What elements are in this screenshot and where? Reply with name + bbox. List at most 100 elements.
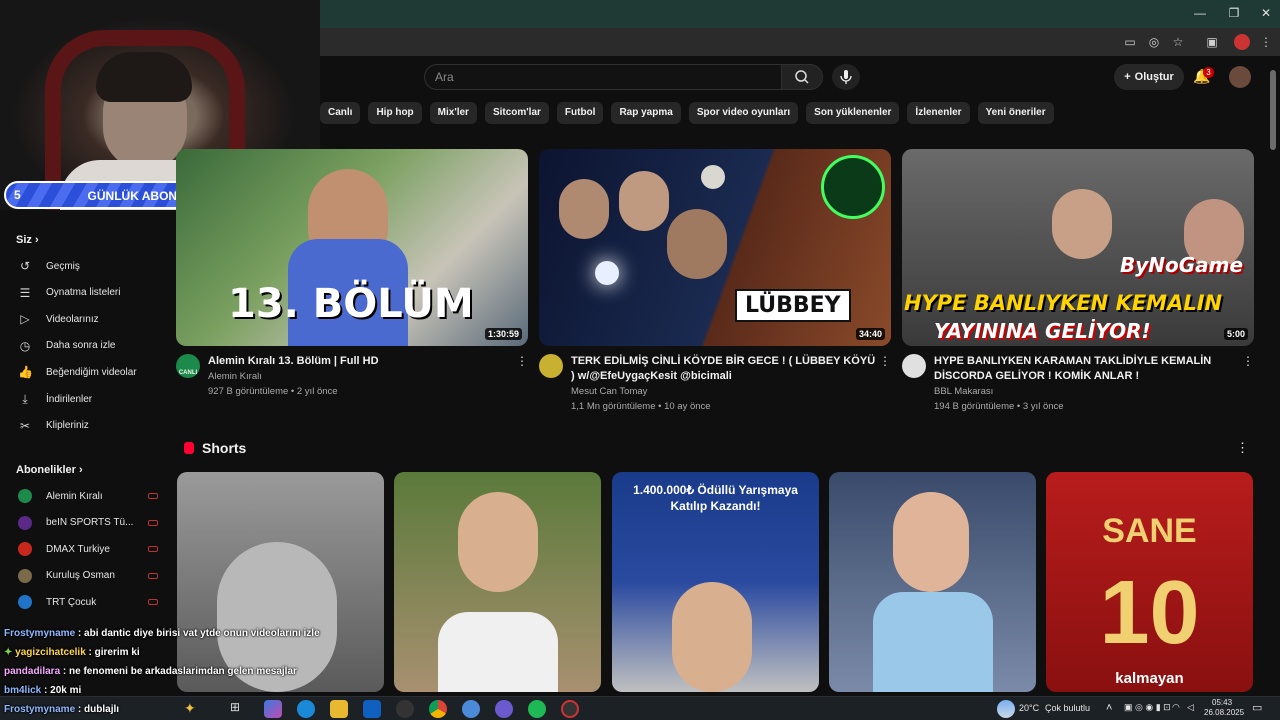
voice-search-button[interactable]	[832, 64, 860, 90]
filter-chip[interactable]: Sitcom'lar	[484, 102, 549, 124]
sidebar-item-label: Beğendiğim videolar	[46, 366, 137, 378]
extensions-icon[interactable]: ▣	[1204, 34, 1220, 50]
more-options-icon[interactable]: ⋮	[516, 354, 528, 368]
video-title[interactable]: HYPE BANLIYKEN KARAMAN TAKLİDİYLE KEMALİ…	[934, 354, 1244, 384]
weather-temperature[interactable]: 20°C	[1019, 703, 1039, 713]
obs-icon[interactable]	[561, 700, 579, 718]
minimize-button[interactable]: —	[1185, 6, 1215, 20]
weather-description[interactable]: Çok bulutlu	[1045, 703, 1090, 713]
more-options-icon[interactable]: ⋮	[1242, 354, 1254, 368]
tray-chevron-icon[interactable]: ˄	[1106, 702, 1112, 714]
video-title[interactable]: Alemin Kıralı 13. Bölüm | Full HD	[208, 354, 518, 369]
copilot-icon[interactable]	[264, 700, 282, 718]
search-button[interactable]	[781, 64, 823, 90]
spotify-icon[interactable]	[528, 700, 546, 718]
subscription-item[interactable]: TRT Çocuk	[18, 592, 158, 612]
task-view-icon[interactable]: ⊞	[230, 700, 248, 718]
filter-chip[interactable]: Canlı	[320, 102, 361, 124]
short-card[interactable]	[177, 472, 384, 692]
account-avatar[interactable]	[1229, 66, 1251, 88]
channel-name[interactable]: Alemin Kıralı	[208, 371, 262, 382]
subscription-item[interactable]: beIN SPORTS Tü...	[18, 513, 158, 533]
cast-icon[interactable]: ▭	[1122, 34, 1138, 50]
short-text: 1.400.000₺ Ödüllü Yarışmaya Katılıp Kaza…	[633, 483, 798, 513]
subscription-name: Kuruluş Osman	[46, 570, 115, 582]
filter-chip[interactable]: Rap yapma	[611, 102, 681, 124]
channel-avatar[interactable]: CANLI	[176, 354, 200, 378]
subscription-item[interactable]: Kuruluş Osman	[18, 566, 158, 586]
chat-username: yagizcihatcelik	[15, 647, 86, 658]
page-scrollbar[interactable]	[1270, 70, 1276, 150]
more-options-icon[interactable]: ⋮	[879, 354, 891, 368]
sidebar-you-header[interactable]: Siz ›	[16, 234, 39, 246]
live-indicator-icon	[148, 493, 158, 499]
restore-button[interactable]: ❐	[1219, 6, 1249, 20]
chat-username: bm4lick	[4, 685, 42, 696]
filter-chip[interactable]: Yeni öneriler	[977, 102, 1054, 124]
channel-avatar[interactable]	[902, 354, 926, 378]
thumbnail-person	[619, 171, 669, 231]
chat-message: pandadilara : ne fenomeni be arkadaslari…	[4, 666, 297, 677]
filter-chip[interactable]: Hip hop	[368, 102, 422, 124]
jersey-name: SANE	[1102, 512, 1197, 550]
video-duration: 34:40	[855, 328, 885, 340]
sidebar-item[interactable]: ↺ Geçmiş	[18, 256, 158, 276]
channel-name[interactable]: Mesut Can Tomay	[571, 386, 647, 397]
chrome-icon[interactable]	[429, 700, 447, 718]
sidebar-item[interactable]: ⤓ İndirilenler	[18, 389, 158, 409]
close-button[interactable]: ✕	[1251, 6, 1280, 20]
live-badge: CANLI	[178, 370, 198, 376]
sidebar-item[interactable]: 👍 Beğendiğim videolar	[18, 362, 158, 382]
chat-message: Frostymyname : abi dantic diye birisi va…	[4, 628, 320, 639]
clock-time[interactable]: 05:43	[1212, 698, 1232, 707]
app-icon[interactable]	[462, 700, 480, 718]
edge-icon[interactable]	[297, 700, 315, 718]
subscription-item[interactable]: Alemin Kıralı	[18, 486, 158, 506]
discord-icon[interactable]	[495, 700, 513, 718]
video-title[interactable]: TERK EDİLMİŞ CİNLİ KÖYDE BİR GECE ! ( LÜ…	[571, 354, 881, 384]
channel-name[interactable]: BBL Makarası	[934, 386, 993, 397]
video-thumbnail[interactable]: ByNoGame HYPE BANLIYKEN KEMALIN YAYININA…	[902, 149, 1254, 346]
bookmark-star-icon[interactable]: ☆	[1170, 34, 1186, 50]
profile-icon[interactable]	[1234, 34, 1250, 50]
chat-username: Frostymyname	[4, 704, 76, 715]
clock-date[interactable]: 26.08.2025	[1204, 708, 1244, 717]
file-explorer-icon[interactable]	[330, 700, 348, 718]
volume-icon[interactable]: ◁	[1187, 702, 1194, 713]
sidebar-item-label: Klipleriniz	[46, 420, 89, 432]
video-duration: 1:30:59	[484, 328, 522, 340]
video-duration: 5:00	[1223, 328, 1248, 340]
short-card[interactable]	[829, 472, 1036, 692]
filter-chip[interactable]: Futbol	[556, 102, 604, 124]
eye-off-icon[interactable]: ◎	[1146, 34, 1162, 50]
sidebar-item[interactable]: ▷ Videolarınız	[18, 309, 158, 329]
tray-icons[interactable]: ▣ ◎ ◉ ▮ ⊡	[1124, 702, 1171, 713]
sparkle-icon[interactable]: ✦	[184, 700, 202, 718]
channel-avatar[interactable]	[539, 354, 563, 378]
outlook-icon[interactable]	[363, 700, 381, 718]
short-card[interactable]: SANE 10 kalmayan	[1046, 472, 1253, 692]
subscription-item[interactable]: DMAX Turkiye	[18, 539, 158, 559]
sidebar-item[interactable]: ☰ Oynatma listeleri	[18, 283, 158, 303]
sidebar-you-label: Siz	[16, 234, 32, 246]
sidebar-item[interactable]: ◷ Daha sonra izle	[18, 336, 158, 356]
short-card[interactable]: 1.400.000₺ Ödüllü Yarışmaya Katılıp Kaza…	[612, 472, 819, 692]
search-icon	[795, 70, 809, 84]
video-thumbnail[interactable]: LÜBBEY 34:40	[539, 149, 891, 346]
notification-center-icon[interactable]: ▭	[1252, 701, 1262, 714]
sidebar-subscriptions-header[interactable]: Abonelikler ›	[16, 464, 83, 476]
app-icon[interactable]	[396, 700, 414, 718]
notification-count-badge: 3	[1203, 67, 1214, 78]
filter-chip[interactable]: Mix'ler	[429, 102, 477, 124]
wifi-icon[interactable]: ◠	[1172, 702, 1180, 713]
more-menu-icon[interactable]: ⋮	[1258, 34, 1274, 50]
video-thumbnail[interactable]: 13. BÖLÜM 1:30:59	[176, 149, 528, 346]
search-input[interactable]: Ara	[424, 64, 782, 90]
filter-chip[interactable]: İzlenenler	[907, 102, 970, 124]
filter-chip[interactable]: Spor video oyunları	[688, 102, 799, 124]
sidebar-item[interactable]: ✂ Klipleriniz	[18, 416, 158, 436]
shorts-more-icon[interactable]: ⋮	[1236, 440, 1249, 456]
filter-chip[interactable]: Son yüklenenler	[806, 102, 900, 124]
short-card[interactable]	[394, 472, 601, 692]
create-button[interactable]: + Oluştur	[1114, 64, 1184, 90]
